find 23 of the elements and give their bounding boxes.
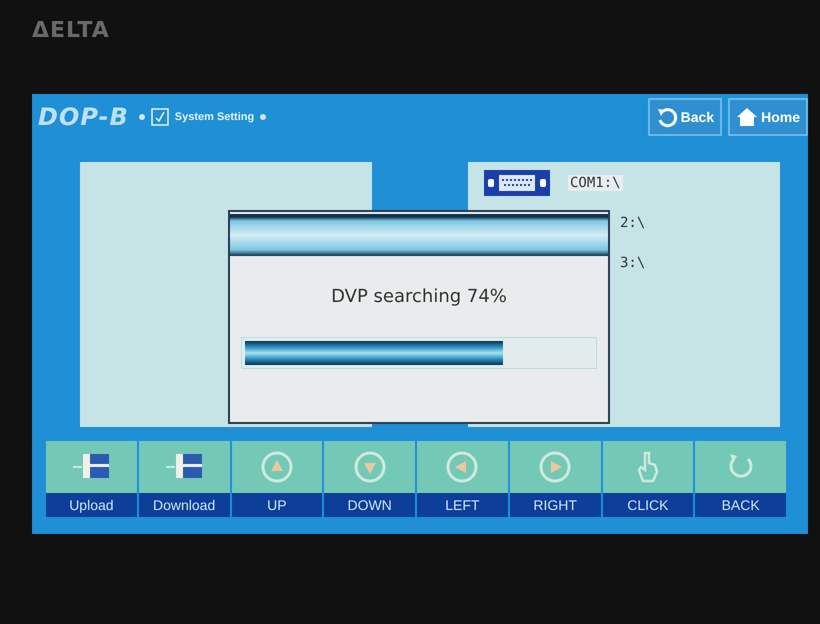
left-button[interactable]: LEFT [417,441,508,517]
upload-button[interactable]: Upload [46,441,137,517]
serial-port-icon [484,170,550,196]
dot-icon [138,114,145,120]
status-message: DVP searching 74% [331,286,507,307]
back-button[interactable]: Back [648,98,722,136]
back-button[interactable]: BACK [695,441,786,517]
brand-logo: ΔELTA [32,18,111,45]
up-button[interactable]: UP [232,441,322,517]
down-button[interactable]: DOWN [324,441,415,517]
dot-icon [260,114,266,120]
product-logo: DOP-B [38,103,129,131]
undo-arrow-icon [656,106,678,128]
house-icon [736,106,758,128]
download-button[interactable]: Download [138,441,230,517]
home-button[interactable]: Home [728,98,808,136]
port-label[interactable]: 3:\ [618,255,648,271]
port-label[interactable]: 2:\ [618,215,648,231]
click-button[interactable]: CLICK [602,441,694,517]
port-label[interactable]: COM1:\ [568,175,623,191]
page-title: System Setting [174,111,254,123]
checkbox-icon [150,108,169,126]
right-button[interactable]: RIGHT [510,441,600,517]
